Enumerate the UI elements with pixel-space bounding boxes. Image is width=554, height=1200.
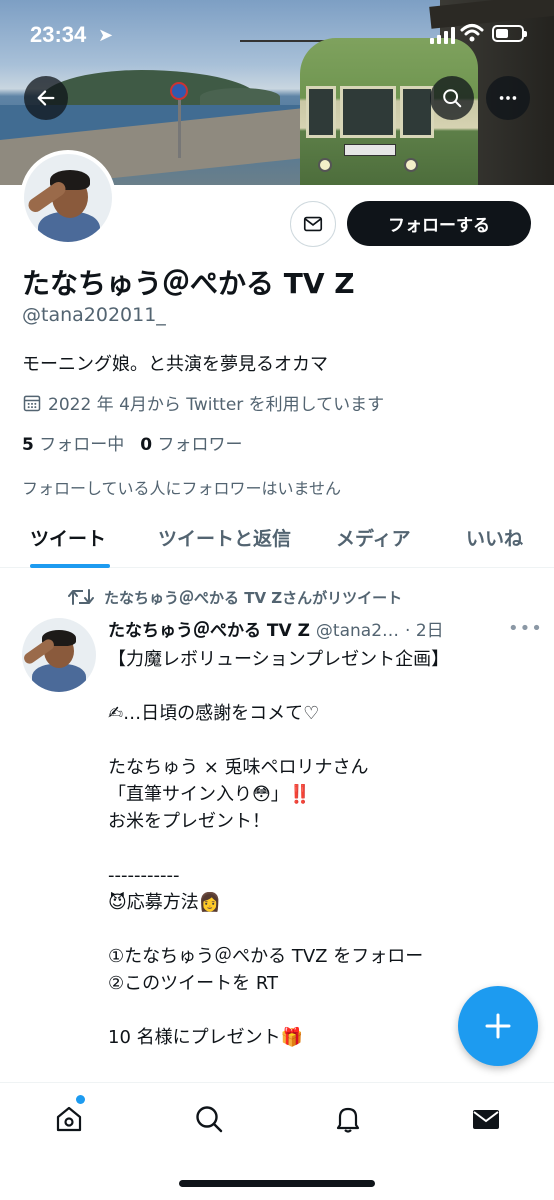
retweet-by-text: たなちゅう＠ぺかる TV Zさんがリツイート [104, 588, 403, 607]
arrow-left-icon [37, 90, 55, 106]
tweet-author-avatar[interactable] [22, 618, 96, 692]
tweet-header: たなちゅう＠ぺかる TV Z @tana2… · 2日 [108, 616, 444, 641]
profile-name: たなちゅう＠ぺかる TV Z [22, 267, 355, 300]
profile-bio: モーニング娘。と共演を夢見るオカマ [22, 354, 328, 375]
home-icon [56, 1106, 82, 1132]
back-button[interactable] [24, 76, 68, 120]
more-icon [499, 96, 517, 100]
status-time: 23:34 [30, 22, 87, 47]
home-indicator[interactable] [179, 1180, 375, 1187]
profile-avatar[interactable] [20, 150, 116, 246]
nav-search[interactable] [189, 1099, 229, 1139]
tweet-more-icon[interactable]: ••• [508, 618, 543, 639]
tweet-author-name[interactable]: たなちゅう＠ぺかる TV Z [108, 616, 310, 641]
active-tab-indicator [30, 564, 110, 568]
tweet-line: ----------- [108, 865, 180, 886]
calendar-icon [23, 395, 41, 411]
search-button[interactable] [430, 76, 474, 120]
retweet-context: たなちゅう＠ぺかる TV Zさんがリツイート [68, 586, 402, 608]
profile-tabs: ツイート ツイートと返信 メディア いいね [0, 506, 554, 568]
search-icon [196, 1106, 223, 1133]
follow-button[interactable]: フォローする [347, 201, 531, 246]
followers-link[interactable]: 0 フォロワー [140, 430, 242, 455]
search-icon [443, 89, 462, 108]
bell-icon [336, 1107, 360, 1133]
joined-text: 2022 年 4月から Twitter を利用しています [48, 395, 385, 415]
following-label: フォロー中 [39, 435, 125, 455]
tweet-line: ②このツイートを RT [108, 973, 279, 994]
more-options-button[interactable] [486, 76, 530, 120]
joined-date: 2022 年 4月から Twitter を利用しています [22, 390, 384, 415]
tweet-line: お米をプレゼント！ [108, 811, 270, 832]
tweet-time[interactable]: · 2日 [405, 616, 444, 641]
status-bar: 23:34 ➤ [0, 0, 554, 70]
tweet-author-handle[interactable]: @tana2… [316, 621, 399, 641]
tab-tweets[interactable]: ツイート [30, 524, 106, 551]
tweet-line [108, 673, 528, 700]
tweet-line: 「直筆サイン入り😳」‼️ [108, 784, 312, 805]
tweet-line: 【力魔レボリューションプレゼント企画】 [108, 649, 450, 670]
wifi-icon [460, 24, 484, 42]
compose-tweet-button[interactable] [458, 986, 538, 1066]
cellular-signal-icon [430, 26, 455, 44]
nav-messages[interactable] [466, 1099, 506, 1139]
tab-likes[interactable]: いいね [466, 524, 523, 551]
location-arrow-icon: ➤ [98, 25, 114, 46]
notification-dot [76, 1095, 85, 1104]
following-link[interactable]: 5 フォロー中 [22, 430, 124, 455]
followers-count: 0 [140, 435, 153, 455]
tweet-line: 😈応募方法👩 [108, 892, 222, 913]
nav-home[interactable] [49, 1099, 89, 1139]
nav-notifications[interactable] [328, 1099, 368, 1139]
following-count: 5 [22, 435, 34, 455]
tweet-line: ✍…日頃の感謝をコメて♡ [108, 703, 320, 724]
mail-icon [473, 1110, 499, 1129]
tweet-line [108, 835, 528, 862]
tweet-line [108, 727, 528, 754]
followers-label: フォロワー [157, 435, 243, 455]
tweet-text[interactable]: 【力魔レボリューションプレゼント企画】 ✍…日頃の感謝をコメて♡ たなちゅう ×… [108, 646, 528, 1051]
tweet-line: たなちゅう × 兎味ペロリナさん [108, 757, 369, 778]
message-button[interactable] [290, 201, 336, 247]
profile-handle: @tana202011_ [22, 304, 166, 326]
tweet-line: ①たなちゅう＠ぺかる TVZ をフォロー [108, 946, 424, 967]
mutual-followers-note: フォローしている人にフォロワーはいません [22, 479, 342, 498]
retweet-icon [68, 589, 94, 605]
battery-icon [492, 25, 527, 42]
tab-media[interactable]: メディア [336, 524, 411, 551]
tab-tweets-replies[interactable]: ツイートと返信 [158, 524, 291, 551]
envelope-icon [303, 216, 323, 232]
follow-counts: 5 フォロー中 0 フォロワー [22, 430, 243, 455]
plus-icon [485, 1013, 511, 1039]
tweet-line [108, 916, 528, 943]
